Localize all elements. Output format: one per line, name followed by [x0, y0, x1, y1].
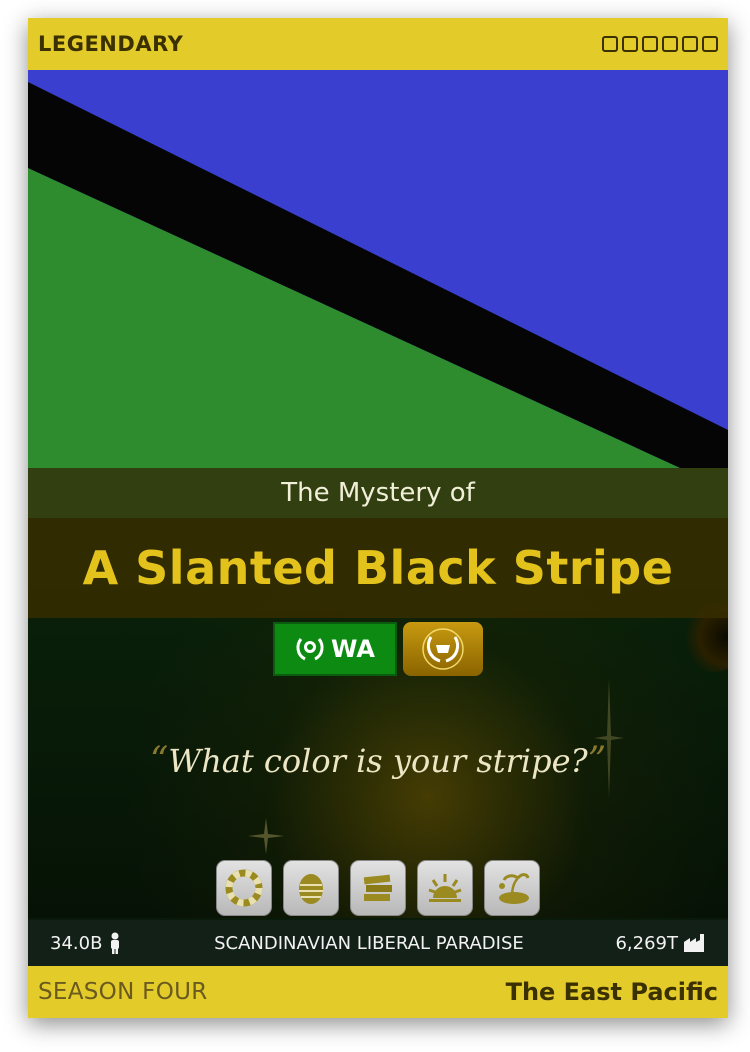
economy-value: 6,269T: [615, 932, 678, 954]
card-title[interactable]: A Slanted Black Stripe: [28, 518, 728, 618]
card-bottom-bar: SEASON FOUR The East Pacific: [28, 966, 728, 1018]
policy-badge-2[interactable]: [283, 860, 339, 916]
books-icon: [363, 874, 392, 901]
factory-icon: [683, 934, 704, 952]
top-bar-slot-icon: [642, 36, 658, 52]
badge-row: WA: [28, 622, 728, 676]
nation-category: SCANDINAVIAN LIBERAL PARADISE: [214, 932, 524, 954]
wa-badge[interactable]: WA: [273, 622, 397, 676]
season-label: SEASON FOUR: [38, 979, 208, 1005]
card-pretitle: The Mystery of: [28, 468, 728, 518]
top-bar-slot-icon: [682, 36, 698, 52]
island-icon: [499, 873, 530, 904]
population-stat: 34.0B: [50, 932, 122, 954]
life-preserver-icon: [225, 869, 263, 907]
population-value: 34.0B: [50, 932, 103, 954]
policy-badge-5[interactable]: [484, 860, 540, 916]
nation-flag[interactable]: [28, 70, 728, 520]
top-bar-slot-icon: [702, 36, 718, 52]
nation-motto: “What color is your stripe?”: [28, 740, 728, 781]
rarity-label: LEGENDARY: [38, 32, 184, 56]
region-link[interactable]: The East Pacific: [506, 978, 718, 1006]
gold-laurel-badge[interactable]: [403, 622, 483, 676]
policy-badge-3[interactable]: [350, 860, 406, 916]
top-bar-slot-icon: [602, 36, 618, 52]
card-top-bar: LEGENDARY: [28, 18, 728, 70]
open-quote: “: [149, 740, 169, 781]
wa-label: WA: [331, 635, 375, 663]
stats-bar: 34.0B SCANDINAVIAN LIBERAL PARADISE 6,26…: [28, 920, 728, 966]
economy-stat: 6,269T: [615, 933, 706, 954]
egg-icon: [299, 874, 323, 904]
policy-icon-row: [28, 860, 728, 916]
top-bar-slot-icon: [622, 36, 638, 52]
policy-badge-4[interactable]: [417, 860, 473, 916]
close-quote: ”: [587, 740, 607, 781]
sunrise-icon: [428, 874, 462, 902]
slot-boxes: [602, 36, 718, 52]
top-bar-slot-icon: [662, 36, 678, 52]
gold-laurel-badge-icon: [422, 628, 464, 670]
motto-text: What color is your stripe?: [168, 742, 588, 780]
nation-card: LEGENDARY The Mystery of A Slanted Black…: [28, 18, 728, 1018]
wa-laurel-icon: [296, 638, 324, 661]
person-icon: [111, 932, 120, 954]
policy-badge-1[interactable]: [216, 860, 272, 916]
